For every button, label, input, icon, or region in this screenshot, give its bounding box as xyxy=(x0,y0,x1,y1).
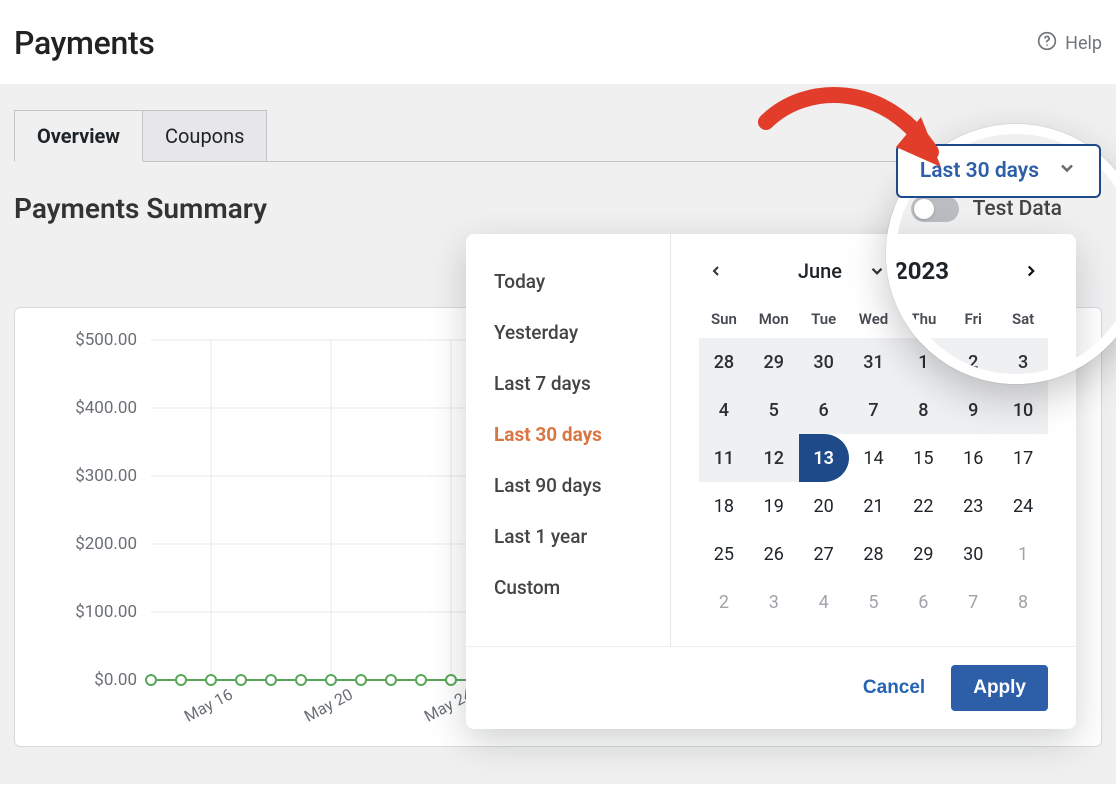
calendar-day[interactable]: 8 xyxy=(998,578,1048,626)
svg-text:May 20: May 20 xyxy=(301,685,356,726)
calendar-day[interactable]: 12 xyxy=(749,434,799,482)
calendar-day[interactable]: 24 xyxy=(998,482,1048,530)
calendar-day[interactable]: 16 xyxy=(948,434,998,482)
calendar-day[interactable]: 18 xyxy=(699,482,749,530)
calendar-day[interactable]: 8 xyxy=(898,386,948,434)
calendar-day[interactable]: 27 xyxy=(799,530,849,578)
dow-wed: Wed xyxy=(849,300,899,338)
calendar-day[interactable]: 30 xyxy=(799,338,849,386)
calendar-day[interactable]: 22 xyxy=(898,482,948,530)
picker-footer: Cancel Apply xyxy=(466,646,1076,729)
chevron-down-icon xyxy=(1057,158,1077,184)
prev-month-button[interactable] xyxy=(699,254,733,288)
calendar-day[interactable]: 9 xyxy=(948,386,998,434)
calendar-day[interactable]: 29 xyxy=(749,338,799,386)
work-area: Overview Coupons Payments Summary Test D… xyxy=(0,84,1116,784)
svg-text:$200.00: $200.00 xyxy=(75,534,137,554)
calendar-day[interactable]: 1 xyxy=(998,530,1048,578)
help-icon xyxy=(1037,31,1057,56)
tab-coupons[interactable]: Coupons xyxy=(143,110,267,162)
calendar-day[interactable]: 20 xyxy=(799,482,849,530)
calendar-day[interactable]: 31 xyxy=(849,338,899,386)
cancel-button[interactable]: Cancel xyxy=(857,676,931,700)
calendar-month: June xyxy=(798,259,842,283)
calendar-day[interactable]: 29 xyxy=(898,530,948,578)
calendar-day[interactable]: 2 xyxy=(699,578,749,626)
calendar-day[interactable]: 25 xyxy=(699,530,749,578)
page-title: Payments xyxy=(14,24,155,62)
calendar-day[interactable]: 6 xyxy=(799,386,849,434)
calendar-day[interactable]: 3 xyxy=(749,578,799,626)
help-link[interactable]: Help xyxy=(1037,31,1102,56)
dow-sun: Sun xyxy=(699,300,749,338)
svg-text:$400.00: $400.00 xyxy=(75,398,137,418)
calendar-day[interactable]: 21 xyxy=(849,482,899,530)
help-label: Help xyxy=(1065,33,1102,54)
dow-thu: Thu xyxy=(898,300,948,338)
apply-button[interactable]: Apply xyxy=(951,665,1048,711)
svg-text:May 16: May 16 xyxy=(181,685,236,726)
dow-tue: Tue xyxy=(799,300,849,338)
dow-mon: Mon xyxy=(749,300,799,338)
preset-7days[interactable]: Last 7 days xyxy=(466,358,670,409)
calendar-day[interactable]: 10 xyxy=(998,386,1048,434)
chevron-down-icon[interactable] xyxy=(868,262,886,280)
calendar-day[interactable]: 19 xyxy=(749,482,799,530)
svg-text:$100.00: $100.00 xyxy=(75,602,137,622)
preset-30days[interactable]: Last 30 days xyxy=(466,409,670,460)
calendar-day[interactable]: 17 xyxy=(998,434,1048,482)
calendar-day[interactable]: 28 xyxy=(849,530,899,578)
calendar-title: June 2023 xyxy=(733,257,1014,285)
dow-fri: Fri xyxy=(948,300,998,338)
calendar-day[interactable]: 5 xyxy=(749,386,799,434)
tab-overview[interactable]: Overview xyxy=(14,110,143,162)
preset-1year[interactable]: Last 1 year xyxy=(466,511,670,562)
calendar-day[interactable]: 1 xyxy=(898,338,948,386)
calendar-day[interactable]: 4 xyxy=(799,578,849,626)
annotation-arrow xyxy=(746,72,966,252)
svg-text:$0.00: $0.00 xyxy=(94,670,137,690)
calendar-day[interactable]: 14 xyxy=(849,434,899,482)
test-data-label: Test Data xyxy=(973,197,1062,221)
calendar-day[interactable]: 6 xyxy=(898,578,948,626)
calendar-day[interactable]: 23 xyxy=(948,482,998,530)
calendar-grid: Sun Mon Tue Wed Thu Fri Sat 282930311234… xyxy=(699,300,1048,626)
calendar-day[interactable]: 7 xyxy=(849,386,899,434)
dow-sat: Sat xyxy=(998,300,1048,338)
calendar-day[interactable]: 4 xyxy=(699,386,749,434)
calendar: June 2023 Sun Mon Tue Wed Thu xyxy=(671,234,1076,646)
calendar-day[interactable]: 13 xyxy=(799,434,849,482)
calendar-day[interactable]: 3 xyxy=(998,338,1048,386)
preset-90days[interactable]: Last 90 days xyxy=(466,460,670,511)
calendar-day[interactable]: 7 xyxy=(948,578,998,626)
calendar-day[interactable]: 30 xyxy=(948,530,998,578)
preset-list: Today Yesterday Last 7 days Last 30 days… xyxy=(466,234,671,646)
svg-text:$500.00: $500.00 xyxy=(75,330,137,350)
calendar-year: 2023 xyxy=(894,257,949,285)
calendar-day[interactable]: 26 xyxy=(749,530,799,578)
calendar-day[interactable]: 2 xyxy=(948,338,998,386)
calendar-day[interactable]: 28 xyxy=(699,338,749,386)
preset-custom[interactable]: Custom xyxy=(466,562,670,613)
calendar-day[interactable]: 5 xyxy=(849,578,899,626)
calendar-day[interactable]: 15 xyxy=(898,434,948,482)
calendar-day[interactable]: 11 xyxy=(699,434,749,482)
svg-text:$300.00: $300.00 xyxy=(75,466,137,486)
next-month-button[interactable] xyxy=(1014,254,1048,288)
calendar-header: June 2023 xyxy=(699,254,1048,288)
preset-yesterday[interactable]: Yesterday xyxy=(466,307,670,358)
date-picker: Today Yesterday Last 7 days Last 30 days… xyxy=(466,234,1076,729)
preset-today[interactable]: Today xyxy=(466,256,670,307)
